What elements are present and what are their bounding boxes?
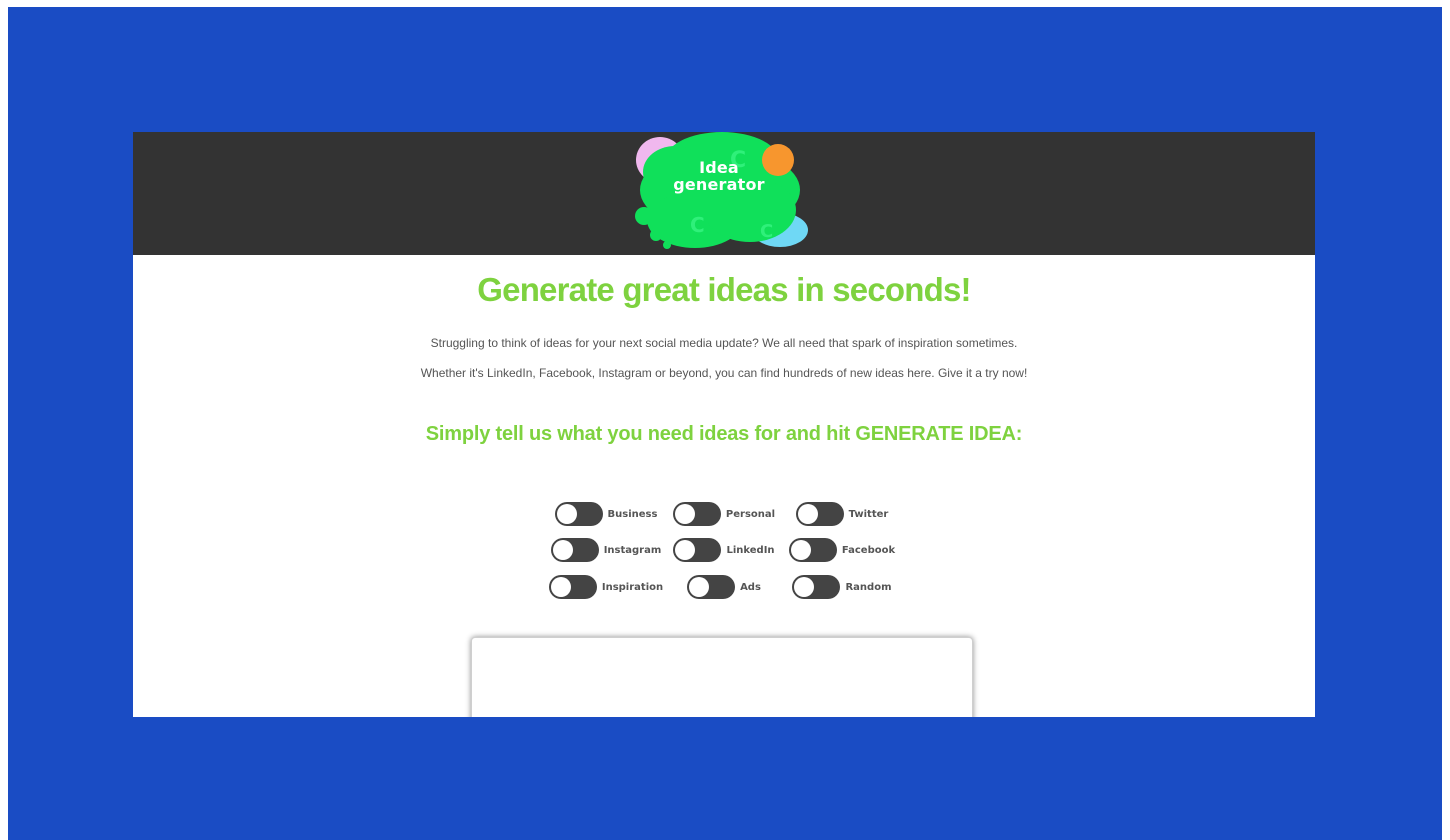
toggle-row: Instagram LinkedIn Facebook: [133, 537, 1315, 563]
toggle-facebook[interactable]: Facebook: [783, 538, 901, 562]
intro-line-1: Struggling to think of ideas for your ne…: [430, 336, 1018, 350]
logo-line-2: generator: [673, 175, 765, 194]
page-frame: C C C Idea generator Generate great idea…: [133, 132, 1315, 717]
svg-text:C: C: [760, 221, 773, 242]
toggle-label: Facebook: [841, 544, 896, 556]
toggle-knob: [674, 504, 695, 524]
toggle-switch[interactable]: [792, 575, 841, 599]
toggle-knob: [794, 577, 815, 597]
toggle-row: Business Personal Twitter: [133, 501, 1315, 527]
toggle-label: Instagram: [603, 544, 662, 556]
toggle-linkedin[interactable]: LinkedIn: [665, 538, 783, 562]
toggle-label: Twitter: [848, 508, 889, 520]
toggle-switch[interactable]: [550, 538, 599, 562]
toggle-switch[interactable]: [687, 575, 736, 599]
toggle-switch[interactable]: [548, 575, 597, 599]
svg-text:C: C: [690, 213, 705, 237]
page-headline: Generate great ideas in seconds!: [477, 271, 971, 308]
toggle-label: Ads: [740, 581, 761, 593]
toggle-switch[interactable]: [795, 502, 844, 526]
toggle-switch[interactable]: [672, 502, 721, 526]
toggle-knob: [550, 577, 571, 597]
intro-line-2: Whether it's LinkedIn, Facebook, Instagr…: [420, 366, 1028, 380]
idea-generator-logo[interactable]: C C C Idea generator: [630, 132, 810, 255]
toggle-label: Random: [845, 581, 892, 593]
toggle-label: Personal: [725, 508, 776, 520]
toggle-knob: [797, 504, 818, 524]
toggle-business[interactable]: Business: [547, 502, 665, 526]
logo-wordmark: Idea generator: [654, 159, 784, 193]
toggle-personal[interactable]: Personal: [665, 502, 783, 526]
toggle-ads[interactable]: Ads: [665, 575, 783, 599]
toggle-switch[interactable]: [554, 502, 603, 526]
toggle-twitter[interactable]: Twitter: [783, 502, 901, 526]
toggle-switch[interactable]: [788, 538, 837, 562]
idea-output-box[interactable]: [471, 637, 973, 717]
toggle-knob: [675, 540, 696, 560]
toggle-switch[interactable]: [673, 538, 722, 562]
toggle-label: Business: [607, 508, 658, 520]
instructions-heading: Simply tell us what you need ideas for a…: [425, 423, 1023, 445]
toggle-knob: [790, 540, 811, 560]
toggle-inspiration[interactable]: Inspiration: [547, 575, 665, 599]
site-header: C C C Idea generator: [133, 132, 1315, 255]
toggle-row: Inspiration Ads Random: [133, 574, 1315, 600]
toggle-label: LinkedIn: [726, 544, 775, 556]
toggle-knob: [689, 577, 710, 597]
toggle-instagram[interactable]: Instagram: [547, 538, 665, 562]
toggle-knob: [556, 504, 577, 524]
toggle-random[interactable]: Random: [783, 575, 901, 599]
toggle-label: Inspiration: [601, 581, 664, 593]
toggle-knob: [552, 540, 573, 560]
logo-line-1: Idea: [699, 158, 739, 177]
